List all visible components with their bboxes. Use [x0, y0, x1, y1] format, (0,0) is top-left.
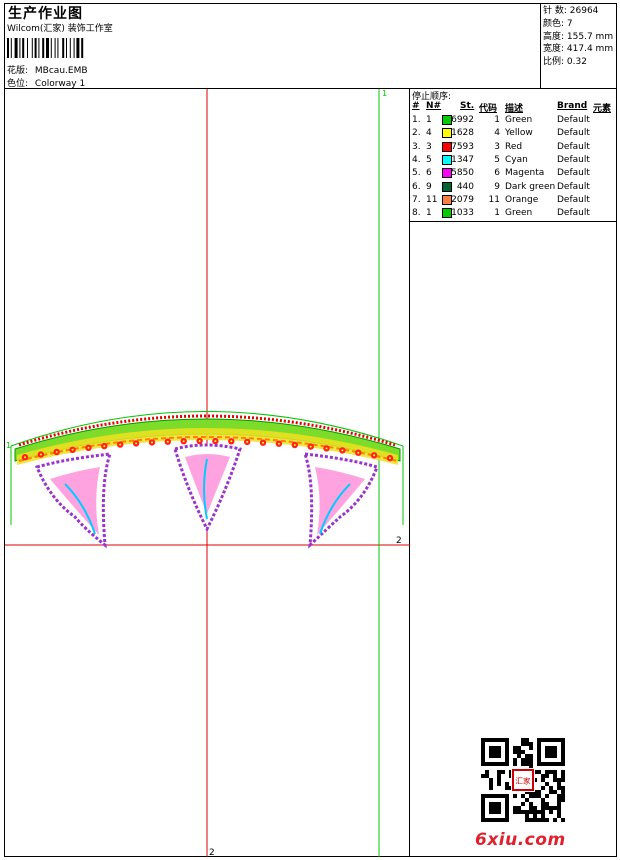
table-row: 4. 5 1347 5 Cyan Default [412, 154, 617, 168]
cell-num: 7. [412, 194, 421, 205]
cell-st: 1347 [451, 154, 474, 165]
cell-num: 8. [412, 208, 421, 219]
table-row: 5. 6 5850 6 Magenta Default [412, 168, 617, 181]
col-no-header: N# [426, 101, 442, 111]
table-divider [409, 221, 617, 222]
stats-divider [540, 3, 541, 89]
cell-brand: Default [557, 194, 590, 205]
cell-brand: Default [557, 115, 590, 125]
table-row: 1. 1 6992 1 Green Default [412, 115, 617, 128]
table-row: 6. 9 440 9 Dark green Default [412, 181, 617, 195]
studio-name: Wilcom(汇家) 装饰工作室 [7, 24, 113, 34]
cell-brand: Default [557, 141, 590, 152]
cell-st: 440 [456, 181, 474, 192]
cell-st: 5850 [451, 168, 474, 179]
design-value: MBcau.EMB [34, 66, 88, 76]
cell-st: 6992 [451, 115, 474, 125]
table-row: 3. 3 7593 3 Red Default [412, 141, 617, 155]
page-title: 生产作业图 [8, 6, 83, 22]
cell-brand: Default [557, 208, 590, 219]
table-row: 8. 1 1033 1 Green Default [412, 208, 617, 221]
cell-st: 1628 [451, 128, 474, 139]
scale-value: 0.32 [566, 57, 587, 68]
cell-desc: Red [505, 141, 523, 152]
cell-no: 3 [426, 141, 432, 152]
color-swatch [442, 154, 452, 165]
qr-code: 汇家 [481, 738, 565, 822]
cell-st: 1033 [451, 208, 474, 219]
height-value: 155.7 mm [566, 31, 614, 42]
stats-panel: 针 数: 26964 颜色: 7 高度: 155.7 mm 宽度: 417.4 … [543, 5, 613, 69]
stitches-value: 26964 [569, 6, 599, 16]
color-swatch [442, 194, 452, 205]
color-swatch [442, 141, 452, 152]
width-value: 417.4 mm [566, 44, 614, 55]
cell-brand: Default [557, 181, 590, 192]
cell-code: 11 [488, 194, 500, 205]
colors-value: 7 [566, 18, 573, 29]
cell-brand: Default [557, 154, 590, 165]
scale-label: 比例: [543, 57, 565, 68]
cell-num: 5. [412, 168, 421, 179]
green-vertical-label: 1 [382, 89, 387, 98]
cell-desc: Orange [505, 194, 539, 205]
cell-code: 6 [494, 168, 500, 179]
red-horizontal-label: 2 [396, 536, 402, 546]
height-label: 高度: [543, 31, 565, 42]
design-row: 花版: MBcau.EMB [7, 63, 88, 76]
barcode [7, 38, 84, 58]
cell-no: 11 [426, 194, 438, 205]
stitches-label: 针 数: [543, 6, 567, 16]
color-swatch [442, 168, 452, 179]
green-horizontal-label: 1 [6, 441, 11, 450]
color-swatch [442, 181, 452, 192]
cell-code: 4 [494, 128, 500, 139]
cell-desc: Green [505, 115, 533, 125]
cell-code: 1 [494, 115, 500, 125]
design-label: 花版: [7, 66, 29, 76]
cell-desc: Dark green [505, 181, 556, 192]
col-st-header: St. [460, 101, 475, 111]
col-desc-header: 描述 [505, 104, 524, 114]
cell-code: 5 [494, 154, 500, 165]
cell-st: 7593 [451, 141, 474, 152]
cell-num: 1. [412, 115, 421, 125]
col-num-header: # [412, 101, 420, 111]
cell-num: 6. [412, 181, 421, 192]
cell-brand: Default [557, 168, 590, 179]
cell-desc: Green [505, 208, 533, 219]
width-label: 宽度: [543, 44, 565, 55]
cell-num: 3. [412, 141, 421, 152]
cell-no: 1 [426, 208, 432, 219]
cell-desc: Cyan [505, 154, 528, 165]
cell-no: 1 [426, 115, 432, 125]
cell-code: 9 [494, 181, 500, 192]
cell-desc: Yellow [505, 128, 533, 139]
cell-no: 6 [426, 168, 432, 179]
col-element-header: 元素 [593, 104, 612, 114]
color-swatch [442, 128, 452, 139]
cell-code: 3 [494, 141, 500, 152]
table-row: 7. 11 2079 11 Orange Default [412, 194, 617, 208]
cell-brand: Default [557, 128, 590, 139]
red-vertical-label: 2 [209, 848, 215, 857]
colors-label: 颜色: [543, 18, 565, 29]
cell-desc: Magenta [505, 168, 545, 179]
color-swatch [442, 208, 452, 219]
col-brand-header: Brand [557, 101, 588, 111]
col-code-header: 代码 [479, 104, 498, 114]
design-canvas: 2 2 1 1 [5, 89, 410, 857]
cell-no: 9 [426, 181, 432, 192]
cell-num: 4. [412, 154, 421, 165]
cell-num: 2. [412, 128, 421, 139]
table-row: 2. 4 1628 4 Yellow Default [412, 128, 617, 141]
cell-no: 4 [426, 128, 432, 139]
color-swatch [442, 115, 452, 125]
stamp-text: 汇家 [515, 776, 531, 786]
cell-st: 2079 [451, 194, 474, 205]
cell-no: 5 [426, 154, 432, 165]
watermark-site: 6xiu.com [475, 830, 566, 850]
cell-code: 1 [494, 208, 500, 219]
